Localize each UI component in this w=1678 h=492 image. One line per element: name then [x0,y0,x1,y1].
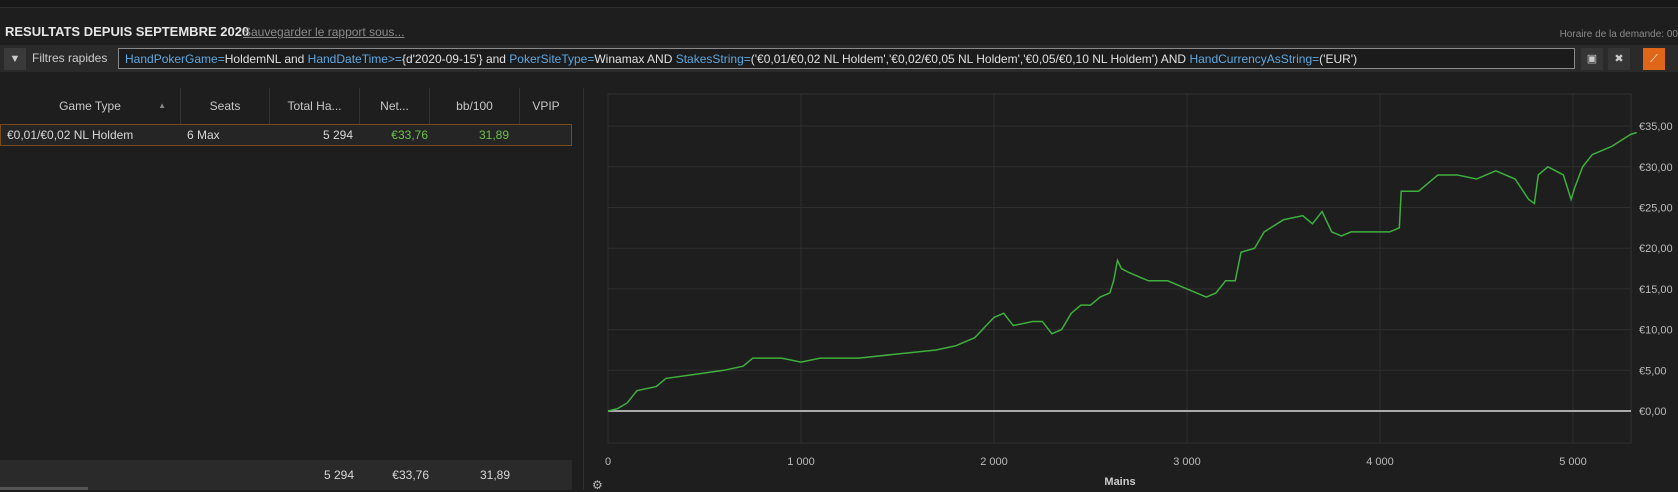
y-tick-label: €30,00 [1639,162,1673,174]
x-tick-label: 3 000 [1173,456,1201,468]
y-tick-label: €20,00 [1639,243,1673,255]
y-tick-label: €15,00 [1639,284,1673,296]
plot-area [608,94,1631,443]
x-tick-label: 4 000 [1366,456,1394,468]
x-axis-label: Mains [1104,476,1135,488]
y-tick-label: €25,00 [1639,203,1673,215]
x-tick-label: 2 000 [980,456,1008,468]
y-tick-label: €10,00 [1639,325,1673,337]
y-tick-label: €0,00 [1639,406,1667,418]
results-chart: €0,00 €5,00 €10,00 €15,00 €20,00 €25,00 €30,00… [0,0,1678,490]
x-tick-label: 1 000 [787,456,815,468]
y-tick-label: €35,00 [1639,121,1673,133]
x-tick-label: 0 [605,456,611,468]
winnings-line [608,133,1637,411]
y-tick-label: €5,00 [1639,365,1667,377]
x-tick-label: 5 000 [1559,456,1587,468]
